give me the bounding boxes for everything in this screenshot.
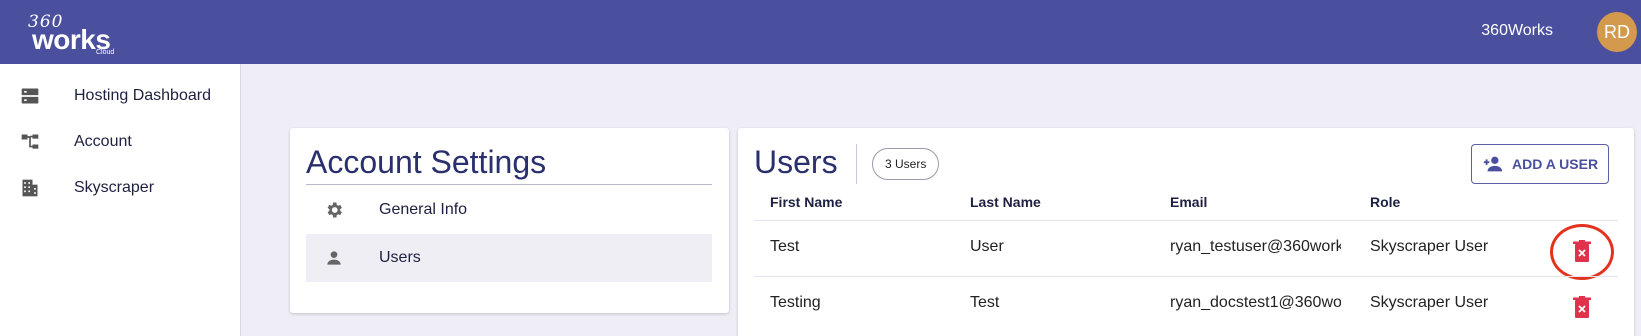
sidebar-item-skyscraper[interactable]: Skyscraper: [0, 166, 241, 210]
column-header-first-name[interactable]: First Name: [770, 194, 842, 210]
sidebar: Hosting Dashboard Account Skyscraper: [0, 64, 241, 336]
settings-item-label: Users: [379, 249, 421, 266]
logo-subtitle: Cloud: [96, 49, 115, 56]
top-app-bar: 360 works Cloud 360Works RD: [0, 0, 1641, 64]
person-add-icon: [1483, 156, 1503, 172]
users-title: Users: [754, 144, 838, 180]
highlight-annotation: [1550, 224, 1614, 280]
sidebar-item-label: Skyscraper: [74, 179, 155, 196]
cell-first-name: Testing: [770, 294, 821, 311]
user-avatar[interactable]: RD: [1597, 12, 1637, 52]
avatar-initials: RD: [1604, 21, 1630, 42]
account-settings-card: Account Settings General Info Users: [290, 128, 729, 313]
column-header-last-name[interactable]: Last Name: [970, 194, 1041, 210]
column-header-role[interactable]: Role: [1370, 194, 1400, 210]
column-header-email[interactable]: Email: [1170, 194, 1207, 210]
user-count-badge: 3 Users: [872, 148, 940, 180]
settings-item-general-info[interactable]: General Info: [306, 186, 712, 234]
header-divider: [754, 220, 1618, 221]
sidebar-item-label: Account: [74, 133, 132, 150]
users-card: Users 3 Users ADD A USER First Name Last…: [738, 128, 1634, 336]
settings-item-users[interactable]: Users: [306, 234, 712, 282]
logo[interactable]: 360 works Cloud: [26, 12, 126, 56]
sidebar-item-label: Hosting Dashboard: [74, 87, 211, 104]
cell-last-name: Test: [970, 294, 1000, 311]
title-divider: [306, 184, 712, 185]
company-name: 360Works: [1481, 22, 1553, 39]
server-icon: [21, 88, 39, 104]
cell-first-name: Test: [770, 238, 800, 255]
title-separator: [856, 144, 857, 184]
add-user-button[interactable]: ADD A USER: [1471, 144, 1609, 184]
person-icon: [327, 251, 341, 265]
cell-role: Skyscraper User: [1370, 294, 1489, 311]
add-user-label: ADD A USER: [1512, 156, 1599, 172]
cell-email: ryan_docstest1@360works.com: [1170, 294, 1341, 311]
gear-icon: [327, 202, 342, 218]
sidebar-item-account[interactable]: Account: [0, 120, 241, 164]
page-title: Account Settings: [306, 144, 547, 180]
cell-role: Skyscraper User: [1370, 238, 1489, 255]
building-icon: [22, 179, 38, 197]
settings-item-label: General Info: [379, 201, 468, 218]
delete-user-icon[interactable]: [1572, 296, 1592, 318]
cell-last-name: User: [970, 238, 1004, 255]
hierarchy-icon: [21, 134, 39, 149]
cell-email: ryan_testuser@360works.com: [1170, 238, 1341, 255]
sidebar-item-hosting-dashboard[interactable]: Hosting Dashboard: [0, 74, 241, 118]
row-divider: [754, 276, 1618, 277]
